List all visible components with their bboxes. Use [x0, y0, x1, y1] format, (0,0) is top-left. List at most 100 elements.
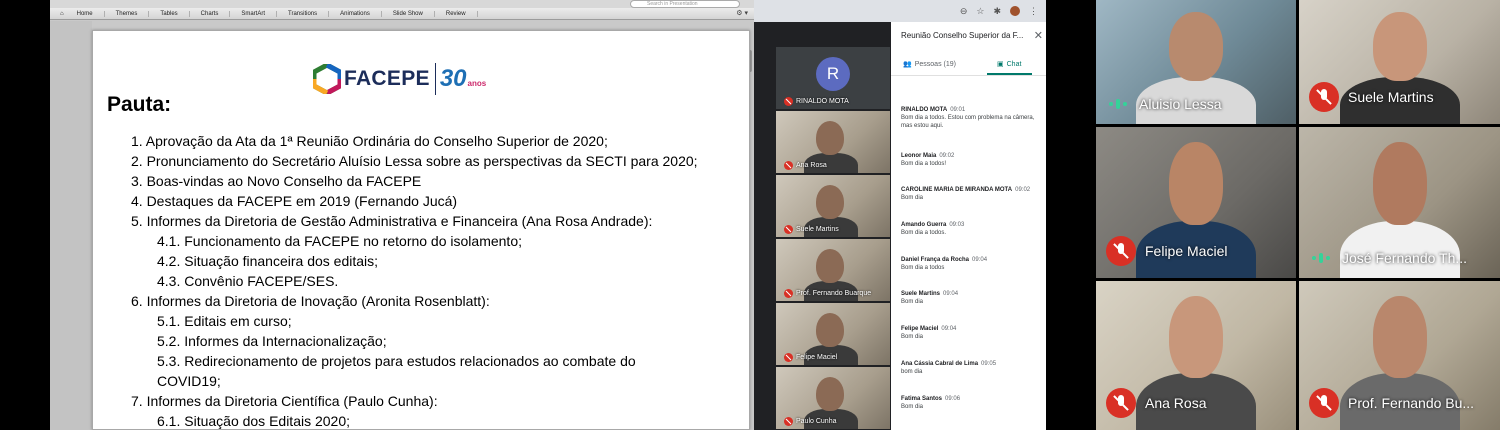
close-icon[interactable]: ✕: [1034, 29, 1043, 42]
participant-name: Felipe Maciel: [1106, 236, 1227, 266]
participant-name-label: Paulo Cunha: [796, 418, 837, 425]
profile-avatar[interactable]: [1010, 6, 1020, 16]
participant-face: [816, 249, 844, 283]
ribbon-tab-review[interactable]: Review: [435, 10, 478, 17]
chat-time: 09:04: [943, 291, 959, 297]
participant-face: [1169, 295, 1223, 378]
more-icon[interactable]: ⋮: [1029, 6, 1038, 17]
video-cell[interactable]: Suele Martins: [1299, 0, 1500, 124]
chat-time: 09:04: [941, 326, 957, 332]
agenda-item: COVID19;: [157, 373, 221, 389]
video-cell[interactable]: Felipe Maciel: [1096, 127, 1296, 278]
chat-text: Bom dia: [901, 404, 924, 410]
participant-face: [1372, 12, 1427, 81]
chat-message: Fatima Santos 09:06 Bom dia: [901, 395, 1039, 411]
ribbon-tab-slideshow[interactable]: Slide Show: [382, 10, 435, 17]
mic-off-icon: [784, 417, 793, 426]
chat-text: bom dia: [901, 369, 923, 375]
participant-avatar: R: [816, 57, 850, 91]
agenda-list: 1. Aprovação da Ata da 1ª Reunião Ordiná…: [131, 131, 698, 430]
speaking-indicator-icon: [1106, 99, 1130, 109]
chat-sender: Suele Martins: [901, 291, 941, 297]
mic-off-icon: [784, 289, 793, 298]
video-cell[interactable]: Ana Rosa: [1096, 281, 1296, 430]
star-icon[interactable]: ☆: [976, 6, 984, 17]
browser-toolbar: ⊖ ☆ ✱ ⋮: [754, 0, 1046, 22]
chat-message: Leonor Maia 09:02 Bom dia a todos!: [901, 152, 1039, 168]
gear-icon[interactable]: ⚙ ▾: [736, 9, 748, 17]
ribbon-tab-tables[interactable]: Tables: [149, 10, 190, 17]
agenda-item: 4. Destaques da FACEPE em 2019 (Fernando…: [131, 193, 458, 209]
tab-people[interactable]: 👥 Pessoas (19): [903, 60, 956, 69]
chat-text: Bom dia: [901, 195, 924, 201]
participant-name: Suele Martins: [784, 225, 839, 234]
video-cell[interactable]: José Fernando Th...: [1299, 127, 1500, 278]
chat-message-header: Amando Guerra 09:03: [901, 221, 1039, 229]
slide-canvas[interactable]: FACEPE 30 anos Pauta: 1. Aprovação da At…: [92, 30, 750, 430]
chat-text: Bom dia a todos.: [901, 230, 947, 236]
chat-panel: Reunião Conselho Superior da F... ✕ 👥 Pe…: [891, 22, 1046, 430]
video-gallery: Aluisio Lessa Suele Martins Felipe Maciel J…: [1096, 0, 1500, 430]
mic-off-icon: [784, 225, 793, 234]
chat-sender: Fatima Santos: [901, 396, 943, 402]
ribbon-tab-animations[interactable]: Animations: [329, 10, 382, 17]
tab-indicator: [987, 73, 1032, 75]
facepe-hexagon-icon: [313, 64, 341, 94]
participant-tile[interactable]: Ana Rosa: [776, 111, 890, 173]
ribbon-tab-home[interactable]: Home: [66, 10, 105, 17]
participant-name-label: Felipe Maciel: [1145, 243, 1228, 259]
agenda-item: 5.2. Informes da Internacionalização;: [157, 333, 387, 349]
chat-message: Amando Guerra 09:03 Bom dia a todos.: [901, 221, 1039, 237]
chat-message-header: Ana Cássia Cabral de Lima 09:05: [901, 360, 1039, 368]
mic-off-icon: [1309, 82, 1339, 112]
logo-anos: anos: [467, 78, 487, 88]
participant-name: Suele Martins: [1309, 82, 1434, 112]
participant-name-label: Ana Rosa: [1145, 395, 1207, 411]
participant-name: Ana Rosa: [784, 161, 827, 170]
chat-message: Daniel França da Rocha 09:04 Bom dia a tod…: [901, 256, 1039, 272]
ribbon-tab-transitions[interactable]: Transitions: [277, 10, 330, 17]
participant-tile[interactable]: Paulo Cunha: [776, 367, 890, 429]
agenda-item: 4.2. Situação financeira dos editais;: [157, 253, 379, 269]
chat-message: Suele Martins 09:04 Bom dia: [901, 290, 1039, 306]
ppt-ribbon-tabs: ⌂ Home Themes Tables Charts SmartArt Tra…: [50, 8, 754, 20]
chat-message-header: Leonor Maia 09:02: [901, 152, 1039, 160]
agenda-item: 4.3. Convênio FACEPE/SES.: [157, 273, 339, 289]
screen: Search in Presentation ⌂ Home Themes Tab…: [0, 0, 1500, 430]
agenda-item: 6.1. Situação dos Editais 2020;: [157, 413, 351, 429]
logo-text: FACEPE: [344, 67, 430, 90]
chat-time: 09:04: [972, 257, 988, 263]
participant-face: [816, 313, 844, 347]
ribbon-tab-smartart[interactable]: SmartArt: [230, 10, 278, 17]
participant-name: RINALDO MOTA: [784, 97, 849, 106]
video-cell[interactable]: Prof. Fernando Bu...: [1299, 281, 1500, 430]
ppt-search-input[interactable]: Search in Presentation: [630, 0, 740, 8]
tab-chat[interactable]: ▣ Chat: [997, 60, 1021, 69]
chat-time: 09:02: [1015, 187, 1031, 193]
chat-icon: ▣: [997, 61, 1004, 68]
participant-face: [1169, 142, 1223, 226]
chat-text: Bom dia a todos: [901, 265, 945, 271]
ribbon-tab-themes[interactable]: Themes: [105, 10, 150, 17]
participant-face: [816, 185, 844, 219]
mic-off-icon: [1106, 236, 1136, 266]
agenda-item: 6. Informes da Diretoria de Inovação (Ar…: [131, 293, 490, 309]
chat-message: RINALDO MOTA 09:01 Bom dia a todos. Estou …: [901, 106, 1039, 130]
participant-name: Paulo Cunha: [784, 417, 836, 426]
participant-tile[interactable]: Felipe Maciel: [776, 303, 890, 365]
facepe-logo: FACEPE 30 anos: [313, 63, 486, 95]
chat-sender: RINALDO MOTA: [901, 107, 948, 113]
participant-face: [1372, 295, 1427, 378]
participant-tile[interactable]: R RINALDO MOTA: [776, 47, 890, 109]
zoom-icon[interactable]: ⊖: [960, 6, 968, 17]
participant-face: [816, 121, 844, 155]
participant-tile[interactable]: Suele Martins: [776, 175, 890, 237]
video-cell[interactable]: Aluisio Lessa: [1096, 0, 1296, 124]
agenda-item: 5.1. Editais em curso;: [157, 313, 292, 329]
participant-name-label: Felipe Maciel: [796, 354, 838, 361]
participant-tile[interactable]: Prof. Fernando Buarque: [776, 239, 890, 301]
ribbon-tab-charts[interactable]: Charts: [190, 10, 231, 17]
extensions-icon[interactable]: ✱: [993, 6, 1001, 17]
agenda-item: 7. Informes da Diretoria Científica (Pau…: [131, 393, 438, 409]
participant-name: Ana Rosa: [1106, 388, 1206, 418]
